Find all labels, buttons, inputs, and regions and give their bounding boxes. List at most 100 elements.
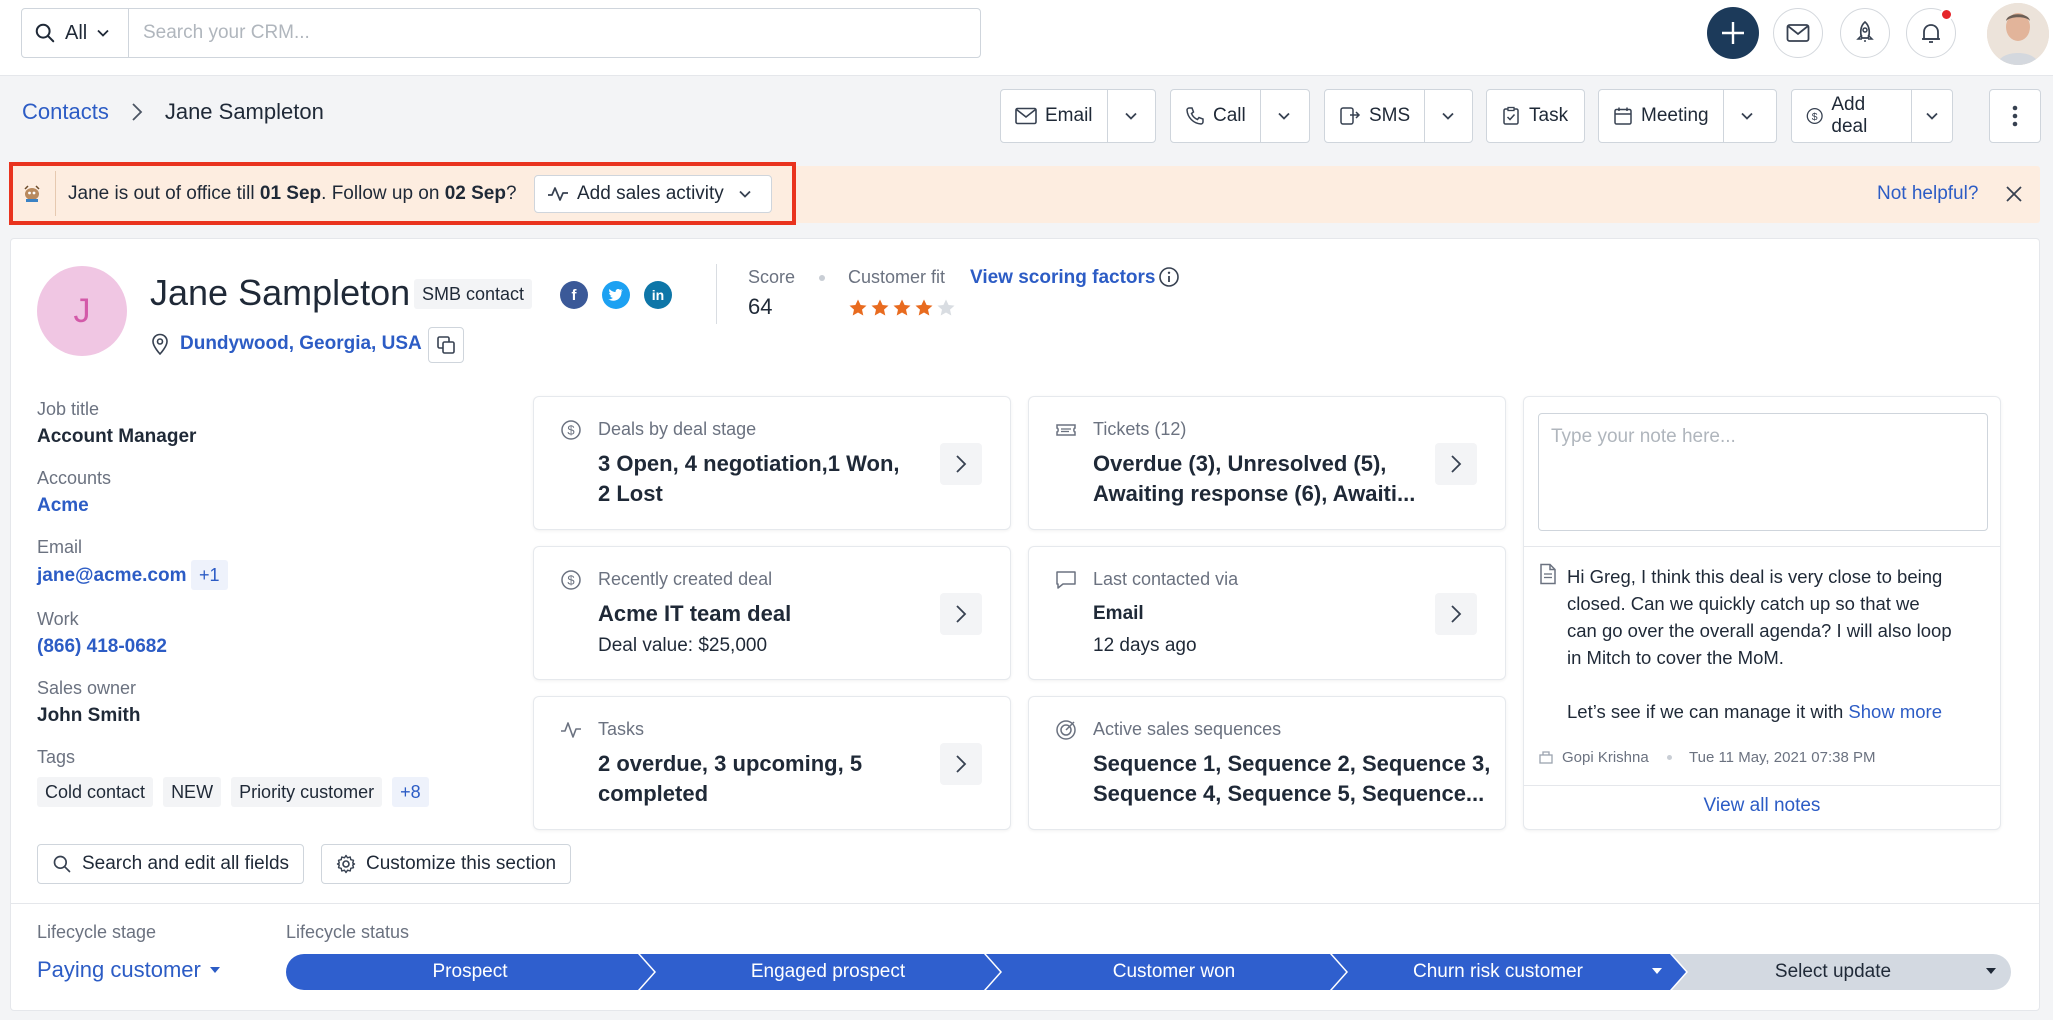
search-scope-select[interactable]: All [22, 9, 129, 57]
search-icon [53, 855, 71, 873]
chevron-right-icon [956, 455, 967, 473]
score-value: 64 [748, 294, 773, 319]
search-edit-fields-label: Search and edit all fields [82, 853, 290, 874]
add-deal-dropdown[interactable] [1910, 90, 1952, 142]
task-icon [1503, 106, 1519, 125]
deals-tile[interactable]: $ Deals by deal stage 3 Open, 4 negotiat… [533, 396, 1011, 530]
lifecycle-step-customer-won[interactable]: Customer won [1002, 954, 1346, 990]
call-button[interactable]: Call [1171, 90, 1260, 142]
tag-list: Cold contact NEW Priority customer +8 [37, 777, 429, 807]
tile-label: Last contacted via [1093, 569, 1239, 589]
location-pin-icon [152, 333, 168, 355]
tags-more-badge[interactable]: +8 [392, 777, 429, 807]
breadcrumb-contacts-link[interactable]: Contacts [22, 99, 109, 125]
email-button-label: Email [1045, 105, 1093, 126]
email-dropdown[interactable] [1106, 90, 1154, 142]
email-link[interactable]: jane@acme.com [37, 565, 187, 587]
recent-deal-tile[interactable]: $ Recently created deal Acme IT team dea… [533, 546, 1011, 680]
global-search: All [21, 8, 981, 58]
plus-icon [1722, 22, 1744, 44]
task-action: Task [1486, 89, 1585, 143]
note-input[interactable] [1538, 413, 1988, 531]
call-dropdown[interactable] [1259, 90, 1307, 142]
lifecycle-step-churn-risk[interactable]: Churn risk customer [1348, 954, 1648, 990]
call-action: Call [1170, 89, 1310, 143]
notification-dot [1940, 8, 1953, 21]
lifecycle-status-bar: Prospect Engaged prospect Customer won C… [286, 954, 2011, 990]
open-tasks-button[interactable] [940, 743, 982, 785]
chevron-down-icon [1442, 112, 1454, 120]
meeting-button-label: Meeting [1641, 105, 1709, 126]
sales-owner-value: John Smith [37, 705, 141, 726]
info-icon[interactable] [1158, 266, 1180, 288]
notes-divider [1524, 785, 2000, 786]
star-icon [849, 299, 867, 316]
inbox-button[interactable] [1773, 8, 1823, 58]
view-all-notes-link[interactable]: View all notes [1524, 795, 2000, 817]
close-banner-button[interactable] [2005, 185, 2023, 203]
more-actions-button[interactable] [1989, 89, 2041, 143]
open-deals-button[interactable] [940, 443, 982, 485]
sequences-tile[interactable]: Active sales sequences Sequence 1, Seque… [1028, 696, 1506, 830]
not-helpful-link[interactable]: Not helpful? [1877, 183, 1978, 205]
lifecycle-step-engaged-prospect[interactable]: Engaged prospect [656, 954, 1000, 990]
show-more-link[interactable]: Show more [1848, 701, 1942, 722]
launch-button[interactable] [1840, 8, 1890, 58]
sms-icon [1340, 107, 1361, 125]
linkedin-icon[interactable]: in [644, 281, 672, 309]
notifications-button[interactable] [1906, 8, 1956, 58]
lifecycle-select-update[interactable]: Select update [1688, 954, 1978, 990]
contact-avatar: J [37, 266, 127, 356]
copy-button[interactable] [428, 327, 464, 363]
tasks-tile[interactable]: Tasks 2 overdue, 3 upcoming, 5 completed [533, 696, 1011, 830]
kebab-menu-icon [2012, 105, 2018, 127]
note-timestamp: Tue 11 May, 2021 07:38 PM [1689, 749, 1876, 766]
customize-section-button[interactable]: Customize this section [321, 844, 572, 884]
chevron-down-icon [97, 29, 109, 37]
quick-add-button[interactable] [1707, 7, 1759, 59]
task-button[interactable]: Task [1487, 90, 1582, 142]
meeting-button[interactable]: Meeting [1599, 90, 1723, 142]
user-avatar[interactable] [1987, 3, 2049, 65]
tile-value: Email [1093, 603, 1144, 624]
open-recent-deal-button[interactable] [940, 593, 982, 635]
location-label: Dundywood, Georgia, USA [180, 333, 422, 354]
facebook-icon[interactable]: f [560, 281, 588, 309]
lifecycle-stage-select[interactable]: Paying customer [37, 957, 221, 983]
tile-label: Tasks [598, 719, 645, 739]
job-title-value: Account Manager [37, 426, 197, 447]
contact-location[interactable]: Dundywood, Georgia, USA [150, 333, 422, 355]
meeting-dropdown[interactable] [1722, 90, 1770, 142]
sms-button[interactable]: SMS [1325, 90, 1424, 142]
search-input[interactable] [129, 9, 980, 57]
work-phone-link[interactable]: (866) 418-0682 [37, 636, 167, 658]
dollar-circle-icon: $ [561, 570, 581, 590]
tile-subtext: Deal value: $25,000 [598, 635, 768, 656]
view-scoring-factors-link[interactable]: View scoring factors [970, 267, 1156, 289]
email-more-badge[interactable]: +1 [191, 560, 228, 590]
email-button[interactable]: Email [1001, 90, 1107, 142]
separator-dot [1667, 755, 1672, 760]
tickets-tile[interactable]: Tickets (12) Overdue (3), Unresolved (5)… [1028, 396, 1506, 530]
lifecycle-status-label: Lifecycle status [286, 922, 410, 942]
chevron-down-icon [1926, 112, 1938, 120]
last-contacted-tile[interactable]: Last contacted via Email 12 days ago [1028, 546, 1506, 680]
lifecycle-step-prospect[interactable]: Prospect [286, 954, 654, 990]
chevron-down-icon [1124, 112, 1137, 120]
email-action: Email [1000, 89, 1156, 143]
chevron-down-icon [1278, 112, 1290, 120]
star-icon [871, 299, 889, 316]
breadcrumb: Contacts Jane Sampleton [22, 99, 324, 125]
chevron-down-icon [1740, 112, 1753, 120]
caret-down-icon [209, 967, 220, 973]
account-link[interactable]: Acme [37, 495, 89, 517]
twitter-icon[interactable] [602, 281, 630, 309]
add-sales-activity-button[interactable]: Add sales activity [534, 175, 772, 213]
open-last-contacted-button[interactable] [1435, 593, 1477, 635]
chat-icon [1056, 571, 1076, 589]
search-edit-fields-button[interactable]: Search and edit all fields [37, 844, 305, 884]
star-icon [937, 299, 955, 316]
sms-dropdown[interactable] [1424, 90, 1471, 142]
open-tickets-button[interactable] [1435, 443, 1477, 485]
add-deal-button[interactable]: $ Add deal [1792, 90, 1911, 142]
